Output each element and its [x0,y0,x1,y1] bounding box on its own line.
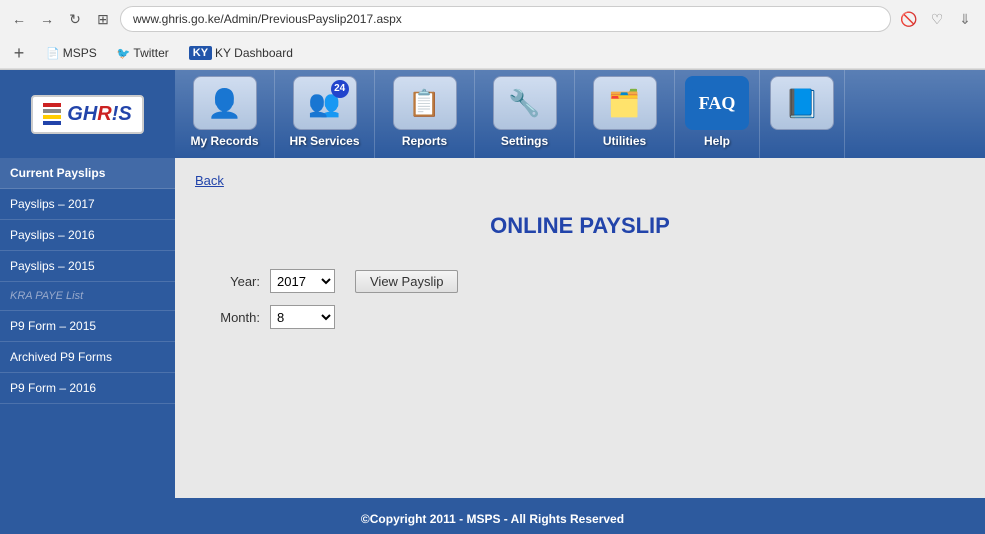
guide-icon-wrap: 📘 [770,76,834,130]
bookmark-msps-label: MSPS [63,46,97,60]
back-link[interactable]: Back [195,173,224,188]
browser-chrome: ← → ↻ ⊞ www.ghris.go.ke/Admin/PreviousPa… [0,0,985,70]
bookmarks-bar: + 📄 MSPS 🐦 Twitter KY KY Dashboard [0,38,985,69]
faq-icon: FAQ [689,89,746,118]
browser-icons: 🚫 ♡ ⇓ [897,7,977,31]
download-icon[interactable]: ⇓ [953,7,977,31]
sidebar-item-archived-p9[interactable]: Archived P9 Forms [0,342,175,373]
nav-label-utilities: Utilities [603,134,646,152]
url-bar[interactable]: www.ghris.go.ke/Admin/PreviousPayslip201… [120,6,891,32]
sidebar: Current Payslips Payslips – 2017 Payslip… [0,158,175,498]
nav-item-my-records[interactable]: 👤 My Records [175,70,275,158]
app-wrapper: GHR!S 👤 My Records 👥 24 HR Services [0,70,985,534]
nav-label-my-records: My Records [190,134,258,152]
reports-icon: 📋 [408,88,440,119]
nav-label-hr-services: HR Services [289,134,359,152]
msps-icon: 📄 [46,47,60,60]
nav-item-help[interactable]: FAQ Help [675,70,760,158]
sidebar-item-p9-2015[interactable]: P9 Form – 2015 [0,311,175,342]
logo-r: R [97,103,111,125]
month-label: Month: [195,310,260,325]
hr-badge: 24 [331,80,349,98]
favorite-icon[interactable]: ♡ [925,7,949,31]
app-header: GHR!S 👤 My Records 👥 24 HR Services [0,70,985,158]
nav-item-utilities[interactable]: 🗂️ Utilities [575,70,675,158]
bookmark-ky-label: KY Dashboard [215,46,293,60]
month-row: Month: 1 2 3 4 5 6 7 8 9 10 11 12 [195,305,965,329]
logo-bar-yellow [43,115,61,119]
my-records-icon-wrap: 👤 [193,76,257,130]
url-text: www.ghris.go.ke/Admin/PreviousPayslip201… [133,12,878,26]
person-icon: 👤 [207,87,242,120]
footer-text: ©Copyright 2011 - MSPS - All Rights Rese… [361,512,624,526]
settings-icon-wrap: 🔧 [493,76,557,130]
nav-label-reports: Reports [402,134,447,152]
logo-bars [43,103,61,125]
book-icon: 📘 [785,87,820,120]
logo-box: GHR!S [31,95,143,134]
nav-item-settings[interactable]: 🔧 Settings [475,70,575,158]
year-label: Year: [195,274,260,289]
view-payslip-button[interactable]: View Payslip [355,270,458,293]
nav-label-help: Help [704,134,730,152]
apps-button[interactable]: ⊞ [92,8,114,30]
reports-icon-wrap: 📋 [393,76,457,130]
sidebar-item-kra-paye[interactable]: KRA PAYE List [0,282,175,311]
settings-icon: 🔧 [508,88,540,119]
twitter-icon: 🐦 [117,47,131,60]
bookmark-msps[interactable]: 📄 MSPS [42,44,101,62]
ky-icon: KY [189,46,212,60]
logo-text: GHR!S [67,103,131,126]
year-row: Year: 2017 2016 2015 2014 View Payslip [195,269,965,293]
bookmark-twitter-label: Twitter [133,46,168,60]
back-button[interactable]: ← [8,8,30,30]
hr-badge-wrap: 👥 24 [308,88,340,119]
nav-items: 👤 My Records 👥 24 HR Services 📋 [175,70,985,158]
sidebar-item-payslips-2015[interactable]: Payslips – 2015 [0,251,175,282]
sidebar-item-p9-2016[interactable]: P9 Form – 2016 [0,373,175,404]
reload-button[interactable]: ↻ [64,8,86,30]
sidebar-item-payslips-2017[interactable]: Payslips – 2017 [0,189,175,220]
help-icon-wrap: FAQ [685,76,749,130]
nav-item-guide[interactable]: 📘 . [760,70,845,158]
add-tab-button[interactable]: + [8,42,30,64]
nav-label-settings: Settings [501,134,548,152]
block-icon[interactable]: 🚫 [897,7,921,31]
month-select[interactable]: 1 2 3 4 5 6 7 8 9 10 11 12 [270,305,335,329]
forward-button[interactable]: → [36,8,58,30]
year-select[interactable]: 2017 2016 2015 2014 [270,269,335,293]
content-wrapper: Current Payslips Payslips – 2017 Payslip… [0,158,985,498]
logo-bar-gray [43,109,61,113]
nav-item-reports[interactable]: 📋 Reports [375,70,475,158]
utilities-icon: 🗂️ [608,88,640,119]
bookmark-ky-dashboard[interactable]: KY KY Dashboard [185,44,297,62]
nav-item-hr-services[interactable]: 👥 24 HR Services [275,70,375,158]
sidebar-item-payslips-2016[interactable]: Payslips – 2016 [0,220,175,251]
logo-area: GHR!S [0,70,175,158]
page-title: ONLINE PAYSLIP [195,213,965,239]
logo-bar-blue [43,121,61,125]
logo-bar-red [43,103,61,107]
bookmark-twitter[interactable]: 🐦 Twitter [113,44,173,62]
utilities-icon-wrap: 🗂️ [593,76,657,130]
hr-services-icon-wrap: 👥 24 [293,76,357,130]
sidebar-item-current-payslips[interactable]: Current Payslips [0,158,175,189]
main-content: Back ONLINE PAYSLIP Year: 2017 2016 2015… [175,158,985,498]
app-footer: ©Copyright 2011 - MSPS - All Rights Rese… [0,504,985,534]
browser-toolbar: ← → ↻ ⊞ www.ghris.go.ke/Admin/PreviousPa… [0,0,985,38]
